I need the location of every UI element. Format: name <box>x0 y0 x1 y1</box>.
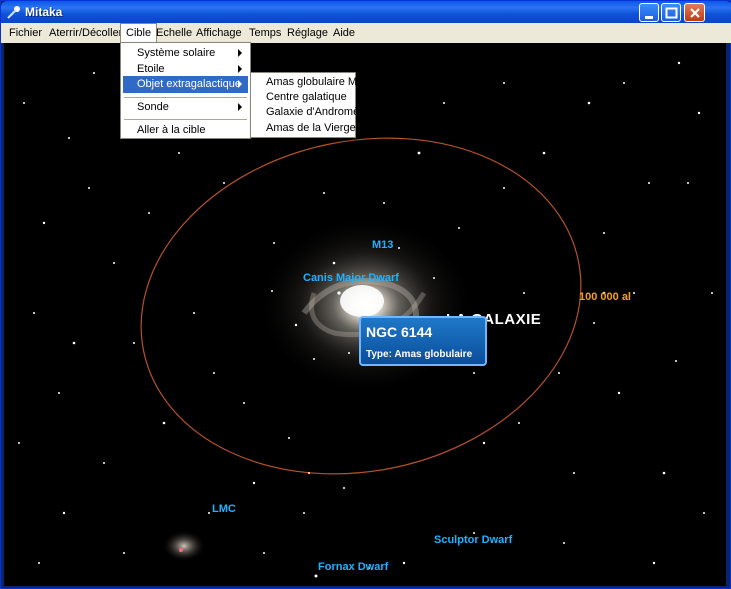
menu-aterrir-decoller[interactable]: Aterrir/Décoller <box>44 23 127 43</box>
menu-item-label: Sonde <box>137 101 169 113</box>
menu-temps[interactable]: Temps <box>244 23 286 43</box>
extragalactic-submenu: Amas globulaire M13 Centre galatique Gal… <box>250 72 371 138</box>
submenu-arrow-icon <box>238 80 242 88</box>
tooltip-title: NGC 6144 <box>366 324 433 340</box>
close-button[interactable] <box>684 3 705 22</box>
lmc-cloud <box>162 530 206 562</box>
submenu-arrow-icon <box>238 65 242 73</box>
menu-item-sonde[interactable]: Sonde <box>123 99 248 116</box>
maximize-button[interactable] <box>661 3 681 22</box>
submenu-item-andromede[interactable]: Galaxie d'Andromède <box>253 104 371 121</box>
menu-bar: Fichier Aterrir/Décoller Cible Echelle A… <box>1 23 731 43</box>
submenu-arrow-icon <box>238 49 242 57</box>
space-view[interactable]: M13 Canis Major Dwarf LA GALAXIE 100 000… <box>4 43 726 586</box>
menu-separator <box>124 119 247 120</box>
mitaka-window: Mitaka Fichier Aterrir/Décoller Cible Ec… <box>0 0 731 589</box>
label-sculptor-dwarf[interactable]: Sculptor Dwarf <box>434 534 512 546</box>
label-fornax-dwarf[interactable]: Fornax Dwarf <box>318 561 388 573</box>
galaxy-map <box>18 61 713 578</box>
menu-reglage[interactable]: Réglage <box>282 23 333 43</box>
comet-icon <box>7 6 20 19</box>
title-bar[interactable]: Mitaka <box>1 1 731 23</box>
menu-aide[interactable]: Aide <box>328 23 360 43</box>
object-tooltip: NGC 6144 Type: Amas globulaire <box>359 316 487 366</box>
menu-item-aller-a-la-cible[interactable]: Aller à la cible <box>123 122 248 139</box>
tooltip-type: Type: Amas globulaire <box>366 349 473 360</box>
label-m13[interactable]: M13 <box>372 239 393 251</box>
window-title: Mitaka <box>25 5 63 19</box>
minimize-button[interactable] <box>639 3 659 22</box>
menu-separator <box>124 97 247 98</box>
menu-item-label: Etoile <box>137 63 165 75</box>
menu-item-objet-extragalactique[interactable]: Objet extragalactique <box>123 76 248 93</box>
menu-item-label: Système solaire <box>137 47 216 59</box>
label-lmc[interactable]: LMC <box>212 503 236 515</box>
label-distance-scale: 100 000 al <box>579 291 631 303</box>
menu-item-label: Aller à la cible <box>137 124 206 136</box>
menu-item-systeme-solaire[interactable]: Système solaire <box>123 45 248 62</box>
menu-item-label: Objet extragalactique <box>137 78 241 90</box>
submenu-arrow-icon <box>238 103 242 111</box>
menu-affichage[interactable]: Affichage <box>191 23 247 43</box>
menu-fichier[interactable]: Fichier <box>4 23 47 43</box>
cible-dropdown: Système solaire Etoile Objet extragalact… <box>120 42 251 139</box>
submenu-item-vierge[interactable]: Amas de la Vierge <box>253 120 356 137</box>
label-canis-major-dwarf[interactable]: Canis Major Dwarf <box>303 272 399 284</box>
